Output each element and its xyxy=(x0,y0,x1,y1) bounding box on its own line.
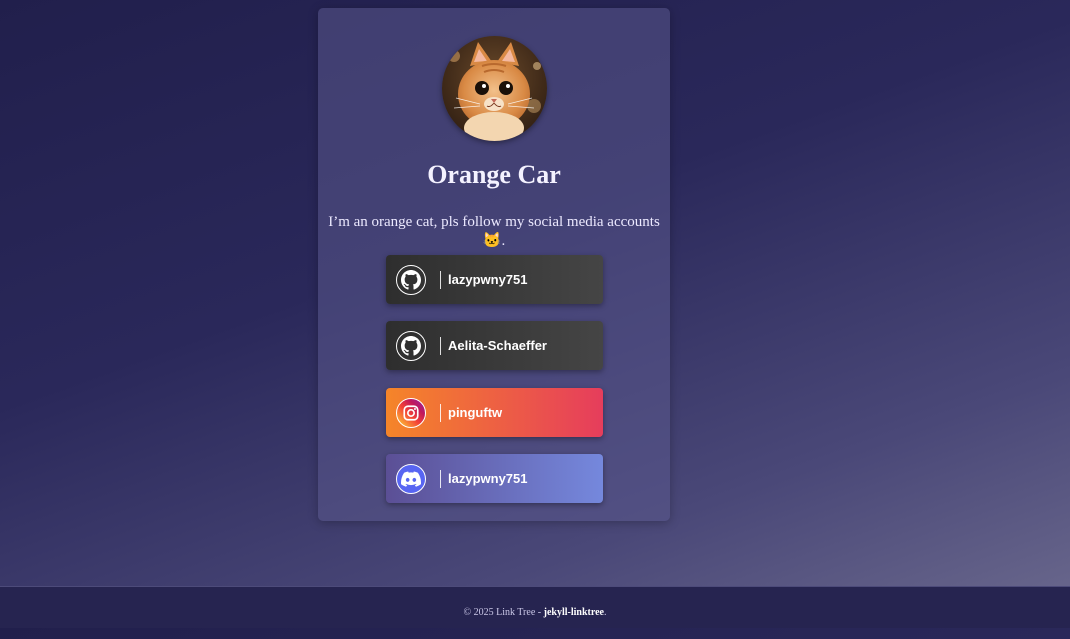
footer-suffix: . xyxy=(603,607,607,618)
profile-bio: I’m an orange cat, pls follow my social … xyxy=(328,214,660,249)
link-divider xyxy=(440,270,441,289)
link-divider xyxy=(440,403,441,422)
link-label: Aelita-Schaeffer xyxy=(448,338,547,353)
github-icon xyxy=(396,330,426,361)
footer-copyright: © 2025 Link Tree - xyxy=(463,607,544,618)
link-label: pinguftw xyxy=(448,405,503,420)
link-label: lazypwny751 xyxy=(448,471,528,486)
avatar xyxy=(442,36,547,141)
link-instagram-pinguftw[interactable]: pinguftw xyxy=(386,388,603,437)
link-discord-lazypwny751[interactable]: lazypwny751 xyxy=(386,454,603,503)
footer-link-jekyll-linktree[interactable]: jekyll-linktree xyxy=(544,607,604,618)
footer: © 2025 Link Tree - jekyll-linktree. xyxy=(0,586,1070,628)
profile-card: Orange Car I’m an orange cat, pls follow… xyxy=(318,8,670,521)
cat-photo xyxy=(442,36,547,141)
link-github-aelita-schaeffer[interactable]: Aelita-Schaeffer xyxy=(386,321,603,370)
link-github-lazypwny751[interactable]: lazypwny751 xyxy=(386,255,603,304)
discord-icon xyxy=(396,463,426,494)
link-label: lazypwny751 xyxy=(448,272,528,287)
github-icon xyxy=(396,264,426,295)
profile-name: Orange Car xyxy=(427,160,561,189)
instagram-icon xyxy=(396,397,426,428)
link-divider xyxy=(440,469,441,488)
link-divider xyxy=(440,336,441,355)
